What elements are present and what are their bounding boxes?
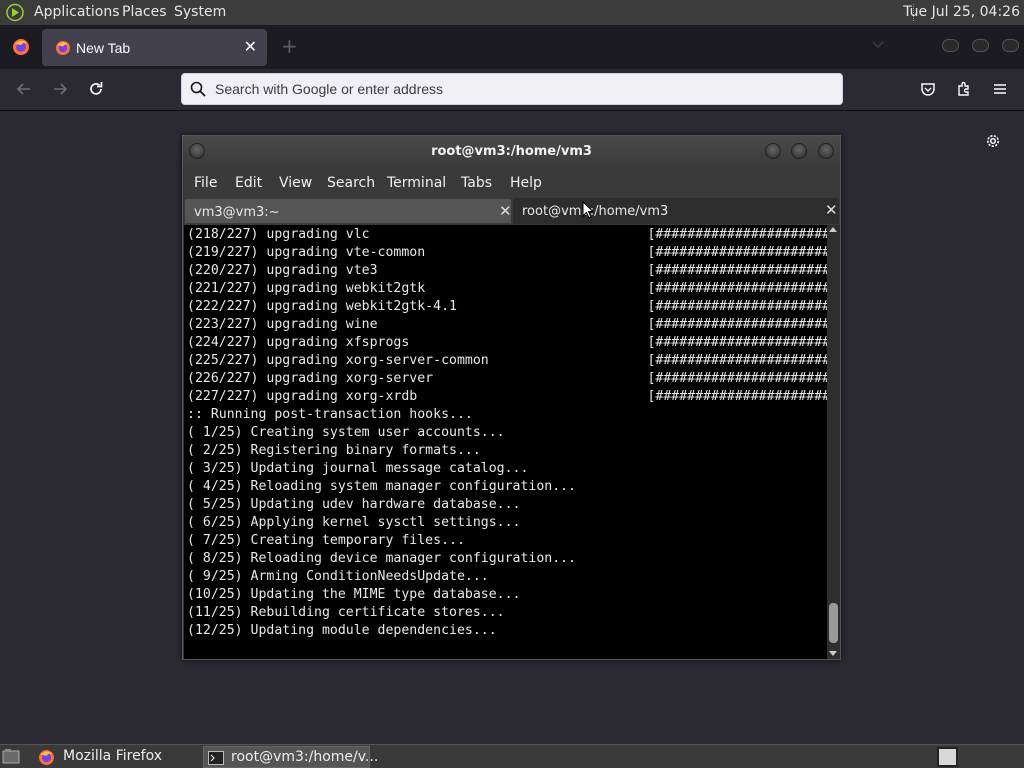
tab-close-button[interactable]: ✕	[244, 38, 257, 56]
taskbar-terminal[interactable]: root@vm3:/home/v...	[203, 746, 378, 768]
chevron-down-icon[interactable]	[871, 37, 885, 51]
terminal-tab-user[interactable]: vm3@vm3:~ ✕	[184, 198, 512, 224]
firefox-icon	[39, 750, 54, 765]
terminal-line: ( 6/25) Applying kernel sysctl settings.…	[187, 515, 521, 530]
gear-icon[interactable]	[984, 132, 1002, 150]
close-window-button[interactable]	[1002, 39, 1019, 52]
terminal-tab-close-button[interactable]: ✕	[499, 202, 512, 220]
terminal-tab-root[interactable]: root@vm3:/home/vm3 ✕	[513, 198, 839, 224]
terminal-line: ( 4/25) Reloading system manager configu…	[187, 479, 577, 494]
distro-logo-icon[interactable]	[6, 3, 26, 22]
minimize-button[interactable]	[942, 39, 959, 52]
firefox-icon	[56, 41, 70, 55]
menu-tabs[interactable]: Tabs	[461, 175, 492, 191]
terminal-window[interactable]: root@vm3:/home/vm3 File Edit View Search…	[182, 135, 841, 660]
terminal-line: ( 8/25) Reloading device manager configu…	[187, 551, 577, 566]
hamburger-menu-icon[interactable]	[990, 79, 1010, 99]
browser-tab-strip: New Tab ✕ +	[0, 25, 1024, 69]
menu-help[interactable]: Help	[510, 175, 542, 191]
new-tab-button[interactable]: +	[281, 35, 298, 57]
forward-arrow-icon[interactable]	[50, 79, 70, 99]
terminal-line: (226/227) upgrading xorg-server [#######…	[187, 371, 827, 386]
terminal-line: (220/227) upgrading vte3 [##############…	[187, 263, 827, 278]
terminal-line: ( 9/25) Arming ConditionNeedsUpdate...	[187, 569, 489, 584]
terminal-line: (227/227) upgrading xorg-xrdb [#########…	[187, 389, 827, 404]
terminal-screen[interactable]: (218/227) upgrading vlc [###############…	[184, 225, 827, 659]
terminal-line: (12/25) Updating module dependencies...	[187, 623, 497, 638]
taskbar-firefox[interactable]: Mozilla Firefox	[33, 746, 198, 768]
terminal-line: (224/227) upgrading xfsprogs [##########…	[187, 335, 827, 350]
terminal-close-button[interactable]	[818, 143, 834, 159]
terminal-line: (225/227) upgrading xorg-server-common […	[187, 353, 827, 368]
terminal-menubar: File Edit View Search Terminal Tabs Help	[183, 168, 840, 198]
scrollbar-thumb[interactable]	[829, 603, 838, 643]
menu-view[interactable]: View	[279, 175, 312, 191]
menu-edit[interactable]: Edit	[235, 175, 262, 191]
workspace-switcher[interactable]	[937, 747, 958, 767]
menu-file[interactable]: File	[194, 175, 217, 191]
top-panel: Applications Places System Tue Jul 25, 0…	[0, 0, 1024, 25]
scroll-up-arrow-icon[interactable]	[829, 227, 837, 232]
terminal-line: ( 7/25) Creating temporary files...	[187, 533, 465, 548]
terminal-line: (222/227) upgrading webkit2gtk-4.1 [####…	[187, 299, 827, 314]
terminal-titlebar[interactable]: root@vm3:/home/vm3	[183, 136, 840, 168]
navigation-toolbar	[0, 69, 1024, 111]
back-arrow-icon[interactable]	[14, 79, 34, 99]
terminal-line: ( 2/25) Registering binary formats...	[187, 443, 481, 458]
system-menu[interactable]: System	[174, 4, 226, 20]
address-bar[interactable]	[181, 73, 843, 105]
terminal-tab-label: root@vm3:/home/vm3	[522, 204, 669, 219]
terminal-line: (10/25) Updating the MIME type database.…	[187, 587, 521, 602]
terminal-line: ( 1/25) Creating system user accounts...	[187, 425, 505, 440]
terminal-line: (221/227) upgrading webkit2gtk [########…	[187, 281, 827, 296]
mouse-cursor-icon	[582, 201, 594, 219]
terminal-maximize-button[interactable]	[791, 143, 807, 159]
terminal-output: (218/227) upgrading vlc [###############…	[187, 226, 827, 640]
terminal-minimize-button[interactable]	[765, 143, 781, 159]
pocket-icon[interactable]	[918, 79, 938, 99]
applications-menu[interactable]: Applications	[34, 4, 120, 20]
tab-new-tab[interactable]: New Tab ✕	[42, 29, 267, 66]
terminal-line: (223/227) upgrading wine [##############…	[187, 317, 827, 332]
terminal-line: :: Running post-transaction hooks...	[187, 407, 473, 422]
firefox-view-icon[interactable]	[12, 38, 30, 56]
scroll-down-arrow-icon[interactable]	[829, 651, 837, 656]
taskbar-terminal-label: root@vm3:/home/v...	[231, 749, 379, 765]
address-input[interactable]	[215, 79, 815, 99]
clock[interactable]: Tue Jul 25, 04:26	[903, 4, 1020, 20]
menu-terminal[interactable]: Terminal	[387, 175, 446, 191]
terminal-scrollbar[interactable]	[827, 225, 840, 659]
search-icon	[190, 81, 206, 97]
terminal-line: (219/227) upgrading vte-common [########…	[187, 245, 827, 260]
taskbar-firefox-label: Mozilla Firefox	[63, 748, 163, 764]
menu-search[interactable]: Search	[327, 175, 375, 191]
maximize-button[interactable]	[972, 39, 989, 52]
bottom-panel: Mozilla Firefox root@vm3:/home/v...	[0, 744, 1024, 768]
extensions-icon[interactable]	[954, 79, 974, 99]
places-menu[interactable]: Places	[122, 4, 167, 20]
terminal-title: root@vm3:/home/vm3	[431, 144, 592, 159]
terminal-line: ( 5/25) Updating udev hardware database.…	[187, 497, 521, 512]
tab-title: New Tab	[76, 40, 131, 56]
terminal-icon	[208, 751, 224, 765]
terminal-line: (218/227) upgrading vlc [###############…	[187, 227, 827, 242]
terminal-tab-close-button[interactable]: ✕	[825, 201, 838, 219]
show-desktop-icon[interactable]	[2, 748, 20, 765]
terminal-tabs: vm3@vm3:~ ✕ root@vm3:/home/vm3 ✕	[183, 198, 840, 224]
terminal-line: ( 3/25) Updating journal message catalog…	[187, 461, 529, 476]
terminal-line: (11/25) Rebuilding certificate stores...	[187, 605, 505, 620]
terminal-tab-label: vm3@vm3:~	[194, 205, 280, 220]
reload-icon[interactable]	[86, 79, 106, 99]
